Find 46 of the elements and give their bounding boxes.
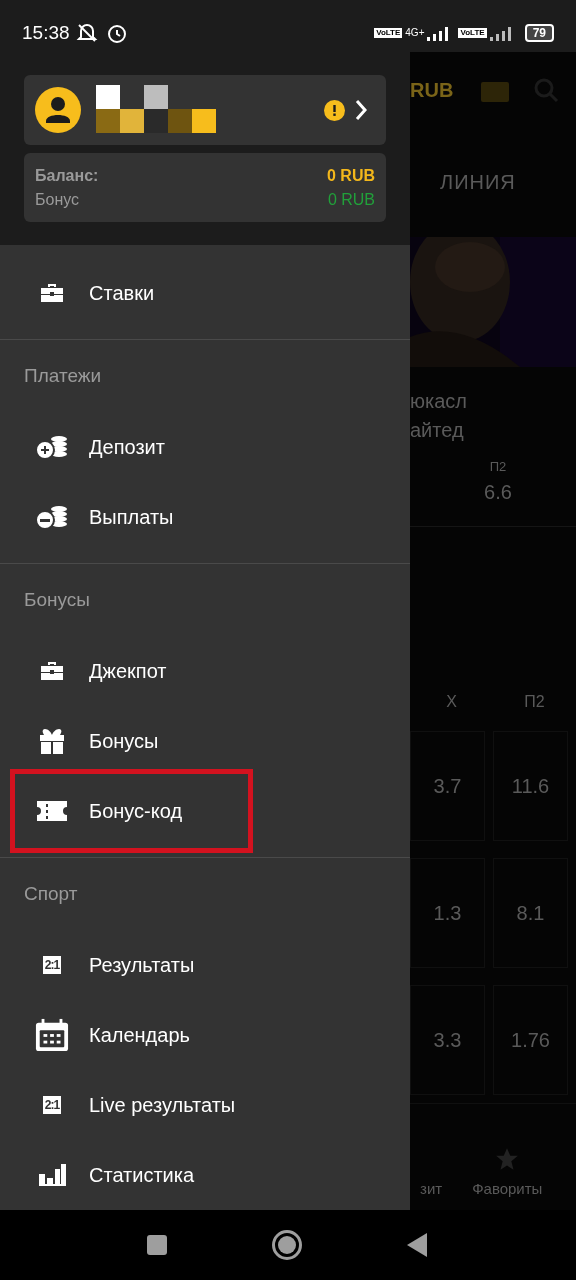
menu-item[interactable]: Депозит	[15, 417, 248, 477]
menu-item[interactable]: Бонусы	[15, 711, 248, 771]
volte-badge: VoLTE	[374, 28, 403, 38]
alarm-icon	[105, 22, 128, 44]
column-header: П2	[523, 692, 546, 712]
team-name: юкасл	[410, 389, 468, 414]
section-title: Платежи	[24, 363, 102, 388]
menu-item[interactable]: Бонус-код	[15, 781, 248, 841]
back-icon[interactable]	[407, 1233, 429, 1257]
menu-item[interactable]: Выплаты	[15, 487, 248, 547]
volte-badge: VoLTE	[458, 28, 487, 38]
account-card[interactable]	[24, 75, 386, 145]
briefcase-icon	[39, 282, 65, 304]
clock: 15:38	[22, 20, 70, 45]
network-type: 4G+	[405, 27, 425, 39]
menu-item[interactable]: Джекпот	[15, 641, 248, 701]
menu-item[interactable]: Статистика	[15, 1145, 248, 1205]
odds-value: 6.6	[484, 479, 512, 505]
menu-item[interactable]: Календарь	[15, 1005, 248, 1065]
balance-currency: RUB	[410, 77, 454, 103]
column-header: X	[445, 692, 458, 712]
balance-value: 0 RUB	[327, 165, 375, 186]
section-title: Бонусы	[24, 587, 90, 612]
score-icon: 2:1	[42, 956, 62, 974]
muted-bell-icon	[75, 22, 98, 44]
odds-header: П2	[489, 458, 507, 476]
section-title: Спорт	[24, 881, 78, 906]
menu-item[interactable]: 2:1 Live результаты	[15, 1075, 248, 1135]
menu-item[interactable]: Ставки	[15, 263, 248, 323]
coins-minus-icon	[35, 504, 69, 530]
ticket-icon	[36, 800, 68, 822]
balance-value: 0 RUB	[327, 189, 375, 210]
gift-icon	[39, 727, 65, 755]
bar-chart-icon	[38, 1164, 66, 1186]
avatar-icon	[35, 87, 81, 133]
home-button[interactable]	[272, 1230, 302, 1260]
briefcase-icon	[39, 660, 65, 682]
coins-plus-icon	[35, 434, 69, 460]
chevron-right-icon	[354, 99, 368, 121]
score-icon: 2:1	[42, 1096, 62, 1114]
menu-item[interactable]: 2:1 Результаты	[15, 935, 248, 995]
calendar-icon	[35, 1017, 69, 1053]
balance-label: Баланс:	[35, 165, 99, 186]
battery-indicator: 79	[524, 24, 554, 42]
balance-label: Бонус	[35, 189, 80, 210]
team-name: айтед	[410, 418, 465, 443]
